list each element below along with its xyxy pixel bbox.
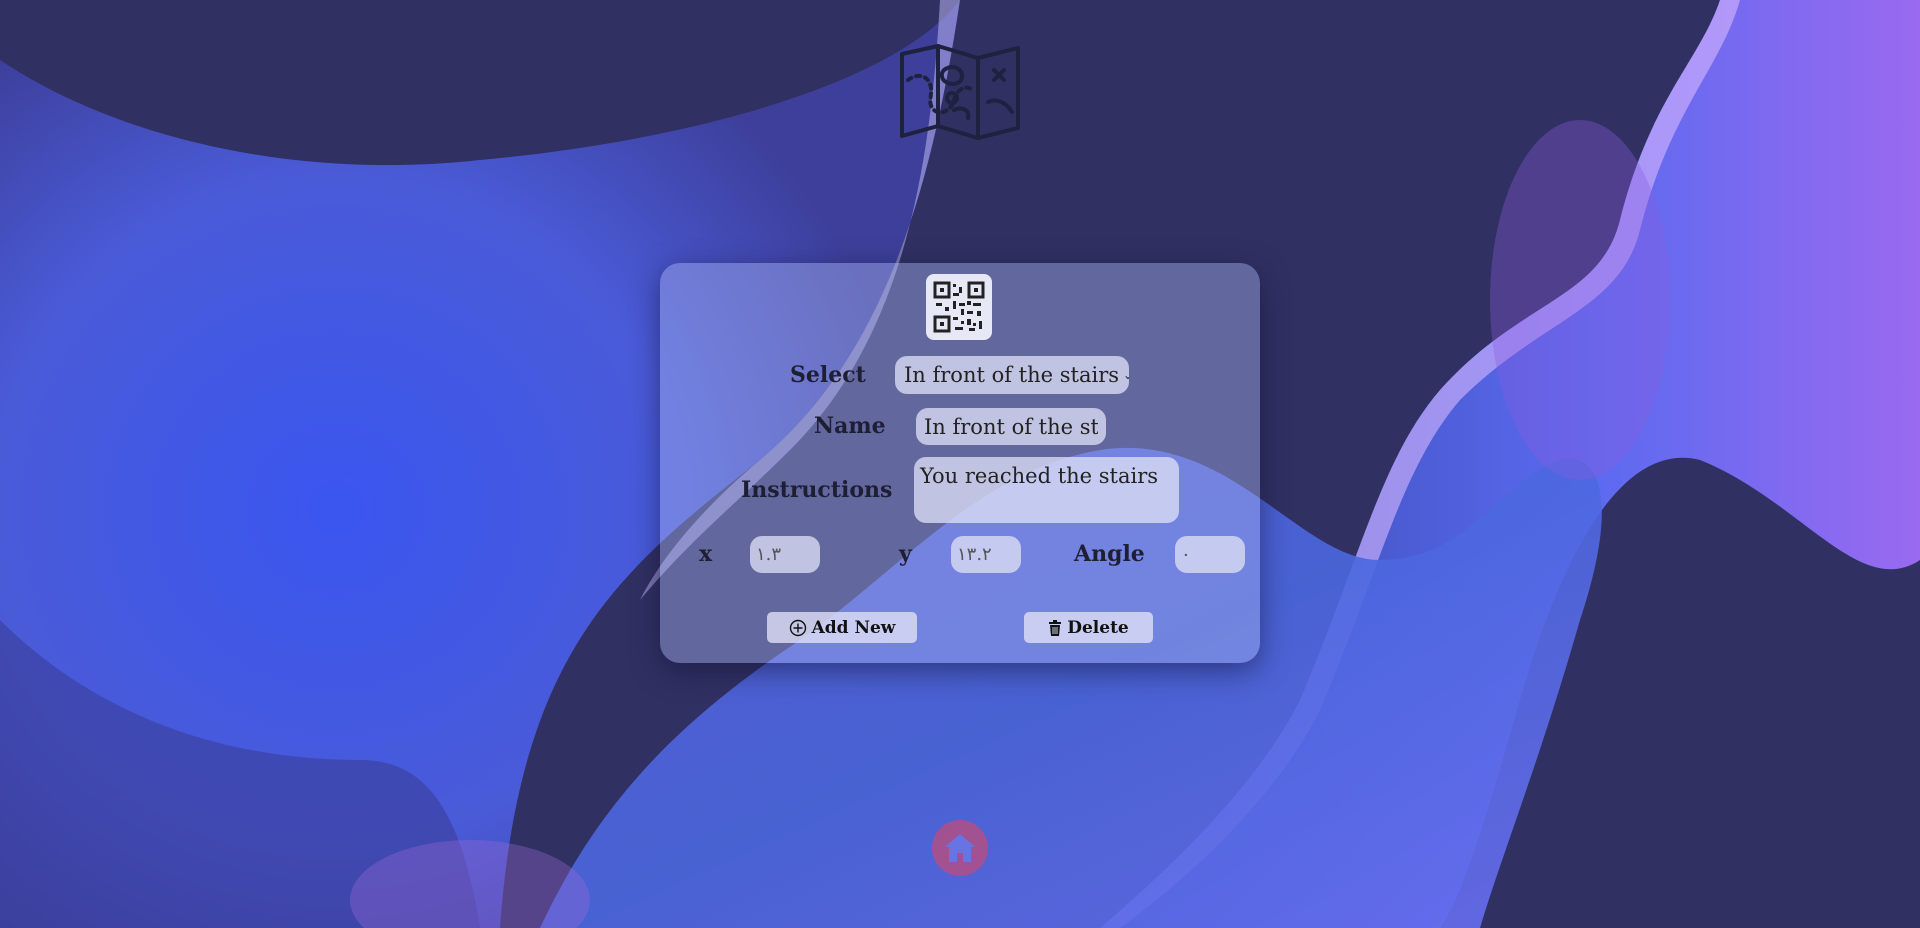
select-label: Select xyxy=(790,362,866,388)
name-input[interactable] xyxy=(916,408,1106,445)
x-label: x xyxy=(699,541,713,567)
plus-circle-icon xyxy=(789,619,806,636)
qr-code-icon[interactable] xyxy=(926,274,992,340)
location-select[interactable]: In front of the stairs ⌄ xyxy=(895,356,1129,394)
angle-input[interactable] xyxy=(1175,536,1245,573)
instructions-label: Instructions xyxy=(741,477,893,503)
home-icon xyxy=(945,834,975,862)
y-input[interactable] xyxy=(951,536,1021,573)
location-select-value: In front of the stairs xyxy=(904,363,1120,387)
delete-button[interactable]: Delete xyxy=(1024,612,1153,643)
y-label: y xyxy=(899,541,912,567)
add-new-label: Add New xyxy=(811,617,896,638)
qr-code-graphic xyxy=(933,281,985,333)
treasure-map-icon xyxy=(896,40,1024,144)
name-label: Name xyxy=(814,413,886,439)
angle-label: Angle xyxy=(1074,541,1145,567)
trash-icon xyxy=(1049,619,1062,636)
delete-label: Delete xyxy=(1067,617,1129,638)
instructions-textarea[interactable]: You reached the stairs xyxy=(914,457,1179,523)
home-button[interactable] xyxy=(932,820,988,876)
chevron-down-icon: ⌄ xyxy=(1123,368,1129,382)
add-new-button[interactable]: Add New xyxy=(767,612,917,643)
x-input[interactable] xyxy=(750,536,820,573)
